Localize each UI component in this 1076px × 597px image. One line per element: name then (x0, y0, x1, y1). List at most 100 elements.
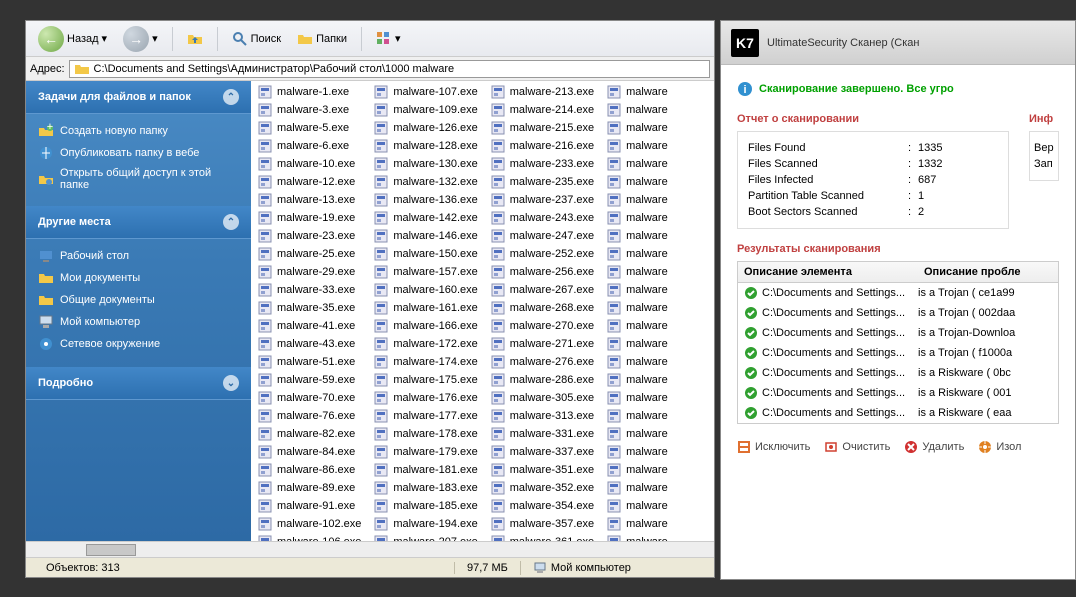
file-item[interactable]: malware-207.exe (371, 533, 479, 541)
file-item[interactable]: malware-352.exe (488, 479, 596, 497)
file-item[interactable]: malware-160.exe (371, 281, 479, 299)
file-item[interactable]: malware (604, 227, 670, 245)
file-item[interactable]: malware (604, 479, 670, 497)
file-item[interactable]: malware (604, 461, 670, 479)
file-item[interactable]: malware-19.exe (255, 209, 363, 227)
place-item[interactable]: Рабочий стол (38, 245, 239, 267)
file-item[interactable]: malware-361.exe (488, 533, 596, 541)
file-item[interactable]: malware-286.exe (488, 371, 596, 389)
file-item[interactable]: malware (604, 83, 670, 101)
file-item[interactable]: malware-166.exe (371, 317, 479, 335)
result-row[interactable]: C:\Documents and Settings...is a Riskwar… (738, 403, 1058, 423)
delete-button[interactable]: Удалить (904, 440, 964, 454)
file-item[interactable]: malware-177.exe (371, 407, 479, 425)
places-panel-head[interactable]: Другие места ⌃ (26, 206, 251, 239)
file-item[interactable]: malware-185.exe (371, 497, 479, 515)
file-item[interactable]: malware-331.exe (488, 425, 596, 443)
isolate-button[interactable]: Изол (978, 440, 1021, 454)
file-item[interactable]: malware-183.exe (371, 479, 479, 497)
file-item[interactable]: malware (604, 299, 670, 317)
file-item[interactable]: malware-313.exe (488, 407, 596, 425)
tasks-panel-head[interactable]: Задачи для файлов и папок ⌃ (26, 81, 251, 114)
file-item[interactable]: malware-172.exe (371, 335, 479, 353)
file-item[interactable]: malware-235.exe (488, 173, 596, 191)
file-item[interactable]: malware-337.exe (488, 443, 596, 461)
file-item[interactable]: malware-176.exe (371, 389, 479, 407)
views-button[interactable]: ▾ (370, 29, 407, 49)
file-item[interactable]: malware-150.exe (371, 245, 479, 263)
file-item[interactable]: malware-194.exe (371, 515, 479, 533)
file-item[interactable]: malware-216.exe (488, 137, 596, 155)
file-item[interactable]: malware-130.exe (371, 155, 479, 173)
file-item[interactable]: malware (604, 317, 670, 335)
file-item[interactable]: malware-89.exe (255, 479, 363, 497)
file-item[interactable]: malware-142.exe (371, 209, 479, 227)
file-item[interactable]: malware-84.exe (255, 443, 363, 461)
file-item[interactable]: malware-146.exe (371, 227, 479, 245)
place-item[interactable]: Мои документы (38, 267, 239, 289)
file-item[interactable]: malware-13.exe (255, 191, 363, 209)
file-item[interactable]: malware-270.exe (488, 317, 596, 335)
file-item[interactable]: malware-10.exe (255, 155, 363, 173)
file-item[interactable]: malware-43.exe (255, 335, 363, 353)
file-item[interactable]: malware-161.exe (371, 299, 479, 317)
task-item[interactable]: Опубликовать папку в вебе (38, 142, 239, 164)
back-button[interactable]: ← Назад ▾ (32, 24, 113, 54)
result-row[interactable]: C:\Documents and Settings...is a Trojan … (738, 283, 1058, 303)
task-item[interactable]: Открыть общий доступ к этой папке (38, 164, 239, 194)
file-item[interactable]: malware-276.exe (488, 353, 596, 371)
file-item[interactable]: malware-29.exe (255, 263, 363, 281)
file-item[interactable]: malware (604, 407, 670, 425)
file-item[interactable]: malware-174.exe (371, 353, 479, 371)
file-item[interactable]: malware (604, 335, 670, 353)
search-button[interactable]: Поиск (226, 29, 287, 49)
file-item[interactable]: malware-267.exe (488, 281, 596, 299)
file-item[interactable]: malware-12.exe (255, 173, 363, 191)
result-row[interactable]: C:\Documents and Settings...is a Riskwar… (738, 363, 1058, 383)
folders-button[interactable]: Папки (291, 29, 353, 49)
file-item[interactable]: malware-247.exe (488, 227, 596, 245)
file-item[interactable]: malware-5.exe (255, 119, 363, 137)
details-panel-head[interactable]: Подробно ⌄ (26, 367, 251, 400)
file-item[interactable]: malware-214.exe (488, 101, 596, 119)
file-item[interactable]: malware-305.exe (488, 389, 596, 407)
file-item[interactable]: malware-136.exe (371, 191, 479, 209)
file-item[interactable]: malware (604, 425, 670, 443)
file-item[interactable]: malware-86.exe (255, 461, 363, 479)
file-item[interactable]: malware (604, 443, 670, 461)
result-row[interactable]: C:\Documents and Settings...is a Riskwar… (738, 383, 1058, 403)
file-item[interactable]: malware (604, 389, 670, 407)
file-item[interactable]: malware-33.exe (255, 281, 363, 299)
file-item[interactable]: malware (604, 119, 670, 137)
file-item[interactable]: malware (604, 515, 670, 533)
file-item[interactable]: malware-178.exe (371, 425, 479, 443)
file-item[interactable]: malware-109.exe (371, 101, 479, 119)
file-item[interactable]: malware-157.exe (371, 263, 479, 281)
file-item[interactable]: malware (604, 101, 670, 119)
file-item[interactable]: malware-35.exe (255, 299, 363, 317)
file-item[interactable]: malware-354.exe (488, 497, 596, 515)
file-item[interactable]: malware-256.exe (488, 263, 596, 281)
file-item[interactable]: malware-106.exe (255, 533, 363, 541)
file-item[interactable]: malware-213.exe (488, 83, 596, 101)
file-item[interactable]: malware-181.exe (371, 461, 479, 479)
clean-button[interactable]: Очистить (824, 440, 890, 454)
file-item[interactable]: malware-233.exe (488, 155, 596, 173)
horizontal-scrollbar[interactable] (26, 541, 714, 557)
place-item[interactable]: Мой компьютер (38, 311, 239, 333)
address-input[interactable]: C:\Documents and Settings\Администратор\… (69, 60, 710, 78)
file-item[interactable]: malware-215.exe (488, 119, 596, 137)
file-item[interactable]: malware (604, 245, 670, 263)
up-button[interactable] (181, 29, 209, 49)
file-item[interactable]: malware-175.exe (371, 371, 479, 389)
file-item[interactable]: malware-59.exe (255, 371, 363, 389)
file-item[interactable]: malware-107.exe (371, 83, 479, 101)
result-row[interactable]: C:\Documents and Settings...is a Trojan … (738, 343, 1058, 363)
file-item[interactable]: malware-351.exe (488, 461, 596, 479)
file-item[interactable]: malware-126.exe (371, 119, 479, 137)
file-item[interactable]: malware (604, 191, 670, 209)
place-item[interactable]: Сетевое окружение (38, 333, 239, 355)
file-item[interactable]: malware-82.exe (255, 425, 363, 443)
file-item[interactable]: malware-23.exe (255, 227, 363, 245)
file-item[interactable]: malware (604, 155, 670, 173)
